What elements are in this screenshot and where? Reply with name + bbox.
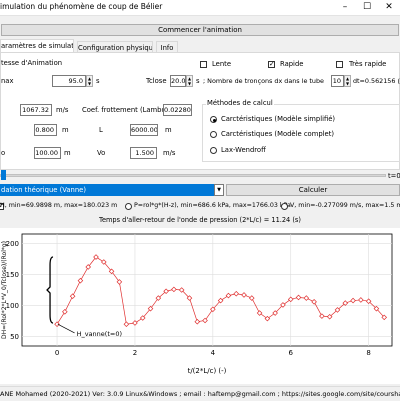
method-lax-wendroff-label: Lax-Wendroff: [221, 146, 266, 154]
speed-slow-label: Lente: [212, 60, 232, 68]
segments-input[interactable]: 10: [331, 75, 344, 87]
tmax-spinner[interactable]: ▲ ▼: [86, 75, 93, 87]
tmax-input[interactable]: 95.0: [52, 75, 86, 87]
window-title: imulation du phénomène de coup de Bélier: [0, 2, 163, 11]
minimize-icon[interactable]: –: [334, 0, 356, 15]
x-tick-label: 8: [366, 349, 370, 357]
status-bar: ANE Mohamed (2020-2021) Ver: 3.0.9 Linux…: [0, 386, 400, 401]
method-complete-label: Carctéristiques (Modèle complet): [221, 130, 335, 138]
maximize-icon[interactable]: ☐: [356, 0, 378, 15]
x-tick-label: 2: [133, 349, 137, 357]
title-bar: imulation du phénomène de coup de Bélier…: [0, 0, 400, 16]
diameter-unit: m: [62, 126, 69, 134]
x-tick-label: 4: [211, 349, 216, 357]
y-axis-label: DH=(Rol*2*L*V_0/Tclose)/(Rol*g): [1, 241, 8, 339]
speed-slow-checkbox[interactable]: [200, 61, 207, 68]
y-tick-label: 50: [10, 333, 19, 341]
wave-speed-input[interactable]: 1067.32: [20, 104, 52, 116]
diameter-input[interactable]: 0.800: [34, 124, 57, 136]
head-unit: m: [64, 149, 71, 157]
tclose-spinner[interactable]: ▲ ▼: [186, 75, 193, 87]
close-icon[interactable]: ✕: [378, 0, 400, 15]
speed-fast-checkbox[interactable]: [268, 60, 275, 68]
tab-simulation-parameters[interactable]: aramètres de simulation: [0, 39, 74, 53]
tclose-input[interactable]: 20.0: [170, 75, 186, 87]
water-hammer-chart: 0 2 4 6 850100150200t/(2*L/c) (-)DH=(Rol*2*L…: [1, 233, 393, 375]
v-series-radio[interactable]: [281, 203, 288, 210]
time-slider-track[interactable]: [0, 174, 386, 177]
time-slider-handle[interactable]: [1, 170, 6, 180]
p-series-radio[interactable]: [125, 203, 132, 210]
x-tick-label: 0: [55, 349, 59, 357]
simulation-type-select[interactable]: dation théorique (Vanne): [0, 184, 214, 196]
x-tick-label: 6: [289, 349, 294, 357]
head-label: o: [1, 149, 6, 157]
round-trip-time-label: Temps d'aller-retour de l'onde de pressi…: [99, 216, 301, 224]
footer-credits: ANE Mohamed (2020-2021) Ver: 3.0.9 Linux…: [0, 390, 400, 398]
dt-label: dt=0.562156 (: [353, 77, 400, 85]
head-input[interactable]: 100.00: [34, 147, 61, 159]
length-input[interactable]: 6000.00: [130, 124, 158, 136]
speed-very-fast-label: Très rapide: [349, 60, 387, 68]
wave-speed-unit: m/s: [56, 106, 69, 114]
segments-label: ; Nombre de tronçons dx dans le tube: [203, 77, 324, 85]
speed-fast-label: Rapide: [280, 60, 304, 68]
time-slider-label: t=0.: [388, 172, 400, 180]
calculate-button[interactable]: Calculer: [226, 184, 400, 196]
velocity-input[interactable]: 1.500: [130, 147, 157, 159]
velocity-label: Vo: [97, 149, 106, 157]
length-label: L: [99, 126, 103, 134]
animation-speed-label: tesse d'Animation: [1, 59, 63, 67]
method-complete-radio[interactable]: [210, 131, 217, 138]
method-simplified-label: Carctéristiques (Modèle simplifié): [221, 115, 336, 123]
v-series-label: V, min=-0.277099 m/s, max=1.5 m/s: [290, 202, 400, 209]
length-unit: m: [165, 126, 172, 134]
friction-coefficient-input[interactable]: 0.02280: [163, 104, 192, 116]
velocity-unit: m/s: [163, 149, 176, 157]
friction-coefficient-label: Coef. frottement (Lambda): [82, 106, 173, 114]
chart-container: 0 2 4 6 8 50 100 150 200 t/(2*L/c) (-) DH=(Rol*2*L…: [0, 228, 400, 384]
p-series-label: P=rol*g*(H-z), min=686.6 kPa, max=1766.0…: [134, 202, 291, 209]
x-axis-label: t/(2*L/c) (-): [188, 367, 227, 375]
tmax-label: nax: [1, 77, 14, 85]
speed-very-fast-checkbox[interactable]: [336, 61, 343, 68]
annotation-label: H_vanne(t=0): [77, 330, 122, 338]
tclose-label: Tclose: [146, 77, 167, 85]
start-animation-button[interactable]: Commencer l'animation: [1, 24, 399, 36]
chevron-down-icon[interactable]: ▼: [214, 184, 224, 196]
tclose-unit: s: [196, 77, 200, 85]
h-series-label: H, min=69.9898 m, max=180.023 m: [0, 202, 118, 209]
calculation-methods-label: Méthodes de calcul: [206, 98, 274, 108]
method-simplified-radio[interactable]: [210, 116, 217, 123]
tmax-unit: s: [96, 77, 100, 85]
method-lax-wendroff-radio[interactable]: [210, 147, 217, 154]
segments-spinner[interactable]: ▲ ▼: [344, 75, 351, 87]
